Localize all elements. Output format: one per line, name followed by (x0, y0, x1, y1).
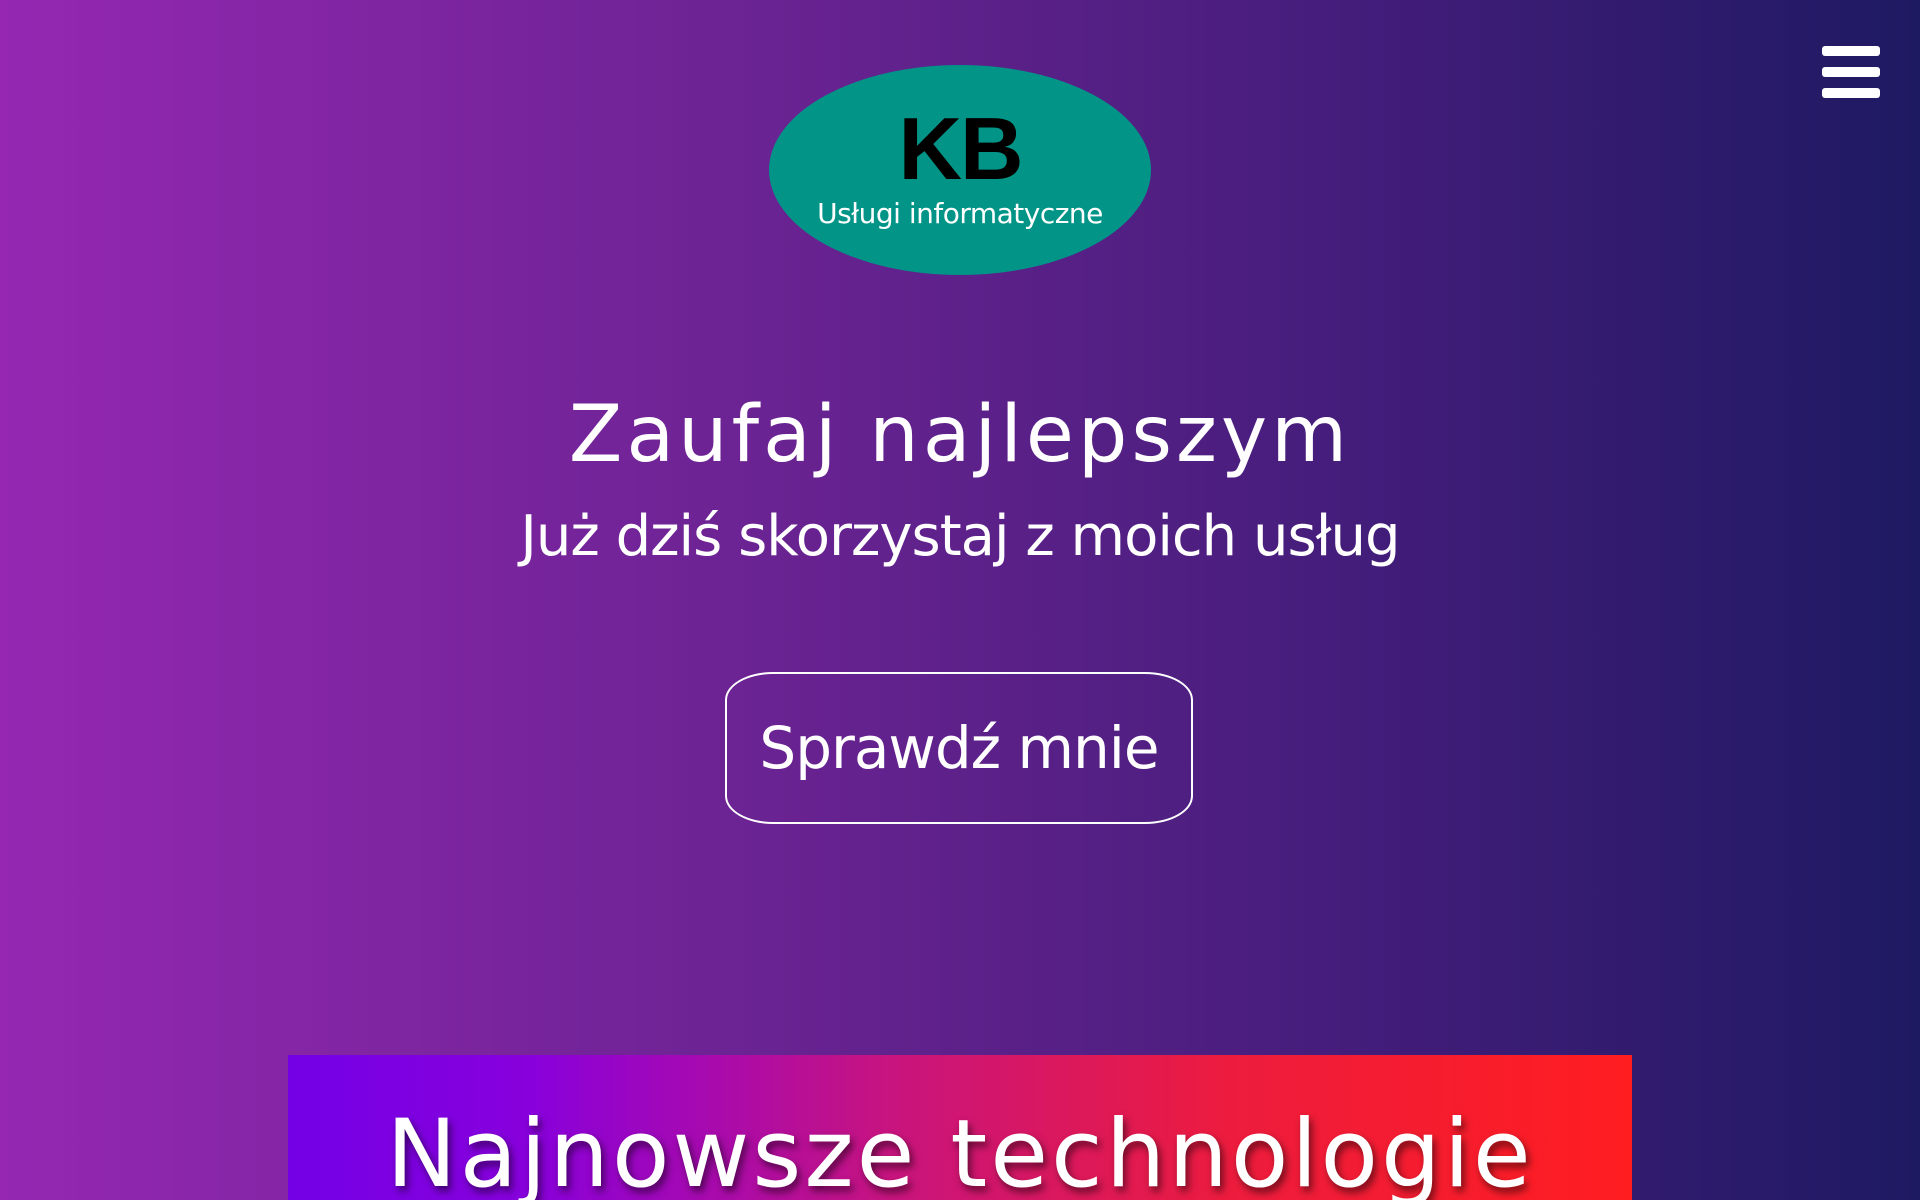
menu-button[interactable] (1822, 44, 1880, 100)
hamburger-menu-icon-bar-bottom (1822, 88, 1880, 98)
logo[interactable]: KB Usługi informatyczne (769, 65, 1151, 275)
tech-section-banner: Najnowsze technologie (288, 1055, 1632, 1200)
check-me-button[interactable]: Sprawdź mnie (725, 672, 1193, 824)
logo-tagline: Usługi informatyczne (817, 197, 1103, 230)
hero-title: Zaufaj najlepszym (568, 390, 1352, 480)
hero-subtitle: Już dziś skorzystaj z moich usług (520, 504, 1400, 569)
hamburger-menu-icon-bar-middle (1822, 67, 1880, 77)
hamburger-menu-icon (1822, 46, 1880, 56)
logo-mark: KB (898, 99, 1023, 198)
tech-section-title: Najnowsze technologie (386, 1100, 1534, 1200)
